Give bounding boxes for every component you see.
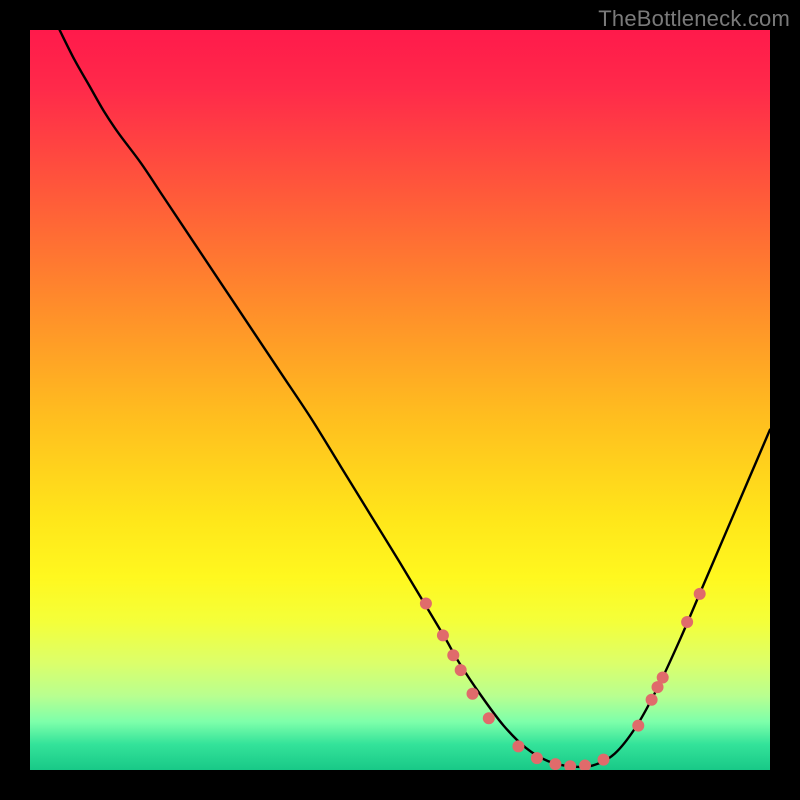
- marker-dot: [447, 649, 459, 661]
- marker-dot: [467, 688, 479, 700]
- marker-dot: [531, 752, 543, 764]
- marker-dot: [549, 758, 561, 770]
- marker-dot: [455, 664, 467, 676]
- marker-dot: [420, 598, 432, 610]
- marker-dot: [681, 616, 693, 628]
- marker-dot: [483, 712, 495, 724]
- marker-dot: [598, 754, 610, 766]
- plot-area: [30, 30, 770, 770]
- marker-dot: [437, 629, 449, 641]
- marker-dot: [512, 740, 524, 752]
- marker-dot: [694, 588, 706, 600]
- attribution-text: TheBottleneck.com: [598, 6, 790, 32]
- gradient-background: [30, 30, 770, 770]
- marker-dot: [646, 694, 658, 706]
- chart-svg: [30, 30, 770, 770]
- marker-dot: [632, 720, 644, 732]
- marker-dot: [657, 672, 669, 684]
- chart-frame: TheBottleneck.com: [0, 0, 800, 800]
